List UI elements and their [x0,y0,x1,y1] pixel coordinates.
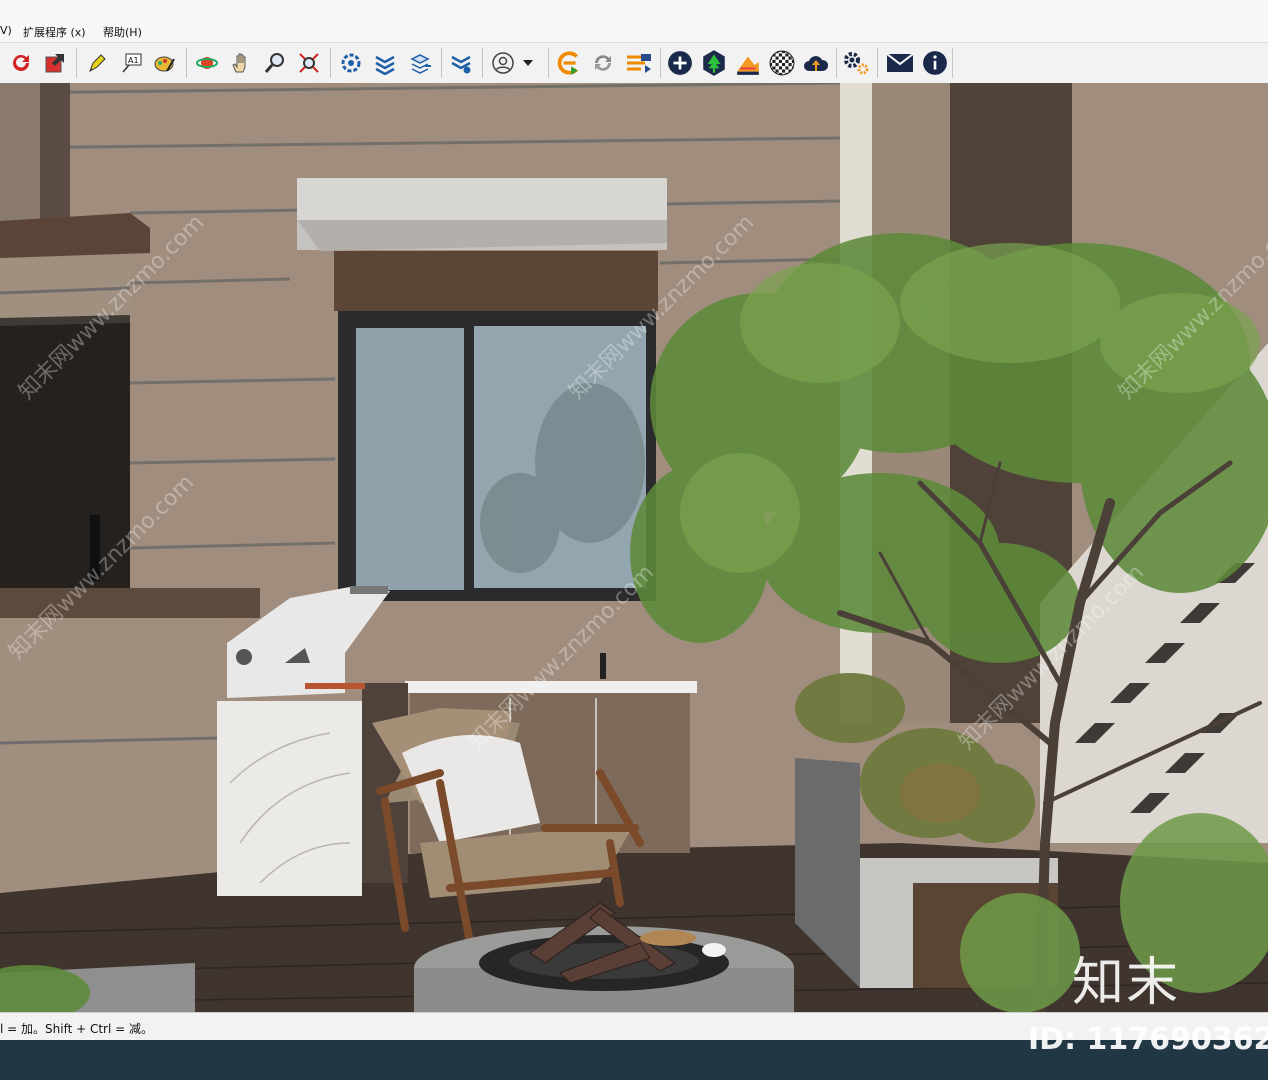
watermark-logo: 知末 [1072,953,1181,1013]
enscape-start-icon[interactable] [554,48,584,78]
toolbar-separator [76,48,77,78]
status-text: l = 加。Shift + Ctrl = 减。 [0,1022,154,1036]
toolbar-separator [330,48,331,78]
tree-icon[interactable] [699,48,729,78]
reload-icon[interactable] [6,48,36,78]
svg-text:A1: A1 [128,56,139,65]
user-account-icon[interactable] [488,48,518,78]
menu-view[interactable]: V) [0,24,12,37]
menu-bar: V) 扩展程序 (x) 帮助(H) [0,0,1268,42]
orbit-icon[interactable] [192,48,222,78]
cloud-upload-icon[interactable] [801,48,831,78]
text-label-icon[interactable]: A1 [117,48,147,78]
capture-icon[interactable] [624,48,654,78]
toolbar-separator [836,48,837,78]
layers-stack-icon[interactable] [370,48,400,78]
layers-settings-icon[interactable] [336,48,366,78]
sync-icon[interactable] [588,48,618,78]
toolbar-separator [660,48,661,78]
terrain-icon[interactable] [733,48,763,78]
zoom-icon[interactable] [260,48,290,78]
info-icon[interactable] [920,48,950,78]
zoom-extents-icon[interactable] [294,48,324,78]
model-viewport[interactable]: 知末网www.znzmo.com 知末网www.znzmo.com 知末网www… [0,83,1268,1012]
toolbar-separator [877,48,878,78]
export-icon[interactable] [40,48,70,78]
watermark-id: ID: 1176903626 [1028,1022,1268,1057]
layers-export-icon[interactable] [406,48,436,78]
toolbar-separator [548,48,549,78]
mail-icon[interactable] [885,48,915,78]
menu-help[interactable]: 帮助(H) [103,24,142,40]
pan-hand-icon[interactable] [226,48,256,78]
layers-gear-icon[interactable] [446,48,476,78]
settings-gears-icon[interactable] [841,48,871,78]
toolbar-separator [441,48,442,78]
toolbar-separator [482,48,483,78]
add-circle-icon[interactable] [665,48,695,78]
paint-icon[interactable] [82,48,112,78]
toolbar-separator [186,48,187,78]
eyedropper-palette-icon[interactable] [150,48,180,78]
chevron-down-icon[interactable] [518,48,538,78]
toolbar-separator [952,48,953,78]
toolbar: A1 [0,42,1268,84]
checker-material-icon[interactable] [767,48,797,78]
menu-extensions[interactable]: 扩展程序 (x) [23,24,86,40]
